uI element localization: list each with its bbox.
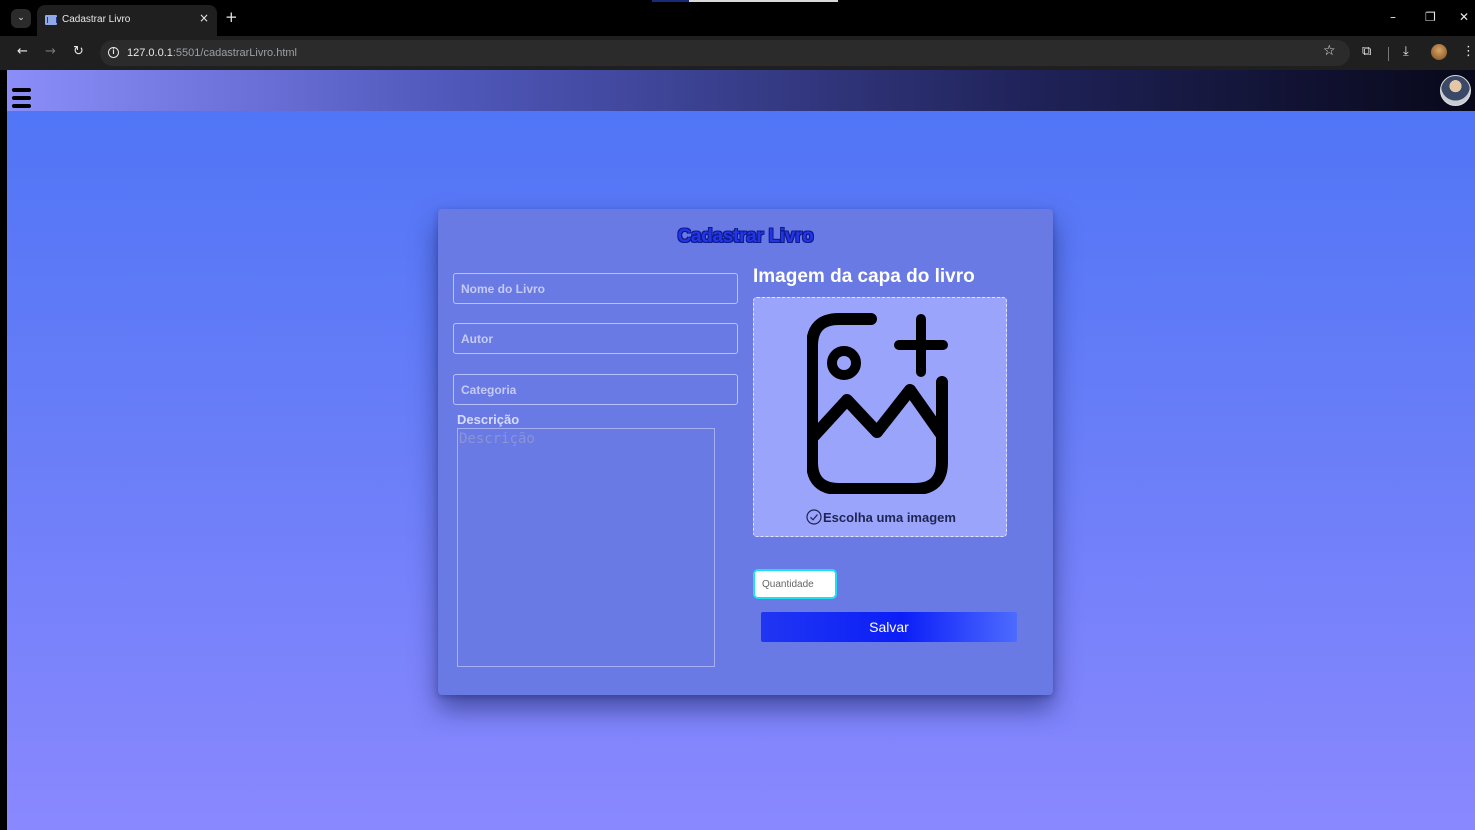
- minimize-icon[interactable]: –: [1390, 10, 1396, 24]
- cover-image-label: Imagem da capa do livro: [753, 266, 975, 287]
- choose-image-text: Escolha uma imagem: [823, 510, 956, 525]
- page-viewport: Cadastrar Livro Descrição Imagem da capa…: [7, 70, 1475, 830]
- category-input[interactable]: [453, 374, 738, 405]
- image-add-icon: [807, 313, 948, 494]
- star-icon[interactable]: ☆: [1323, 43, 1336, 59]
- url-text[interactable]: 127.0.0.1:5501/cadastrarLivro.html: [127, 47, 297, 59]
- check-circle-icon: [806, 509, 822, 525]
- toolbar-divider: [1388, 47, 1389, 61]
- favicon-icon: [45, 15, 57, 25]
- restore-icon[interactable]: ❐: [1425, 10, 1436, 24]
- new-tab-icon[interactable]: +: [225, 8, 238, 26]
- choose-image-row[interactable]: Escolha uma imagem: [754, 509, 1008, 525]
- profile-icon[interactable]: [1431, 44, 1447, 60]
- page-title: Cadastrar Livro: [677, 226, 814, 247]
- download-icon[interactable]: ⤓: [1403, 44, 1409, 59]
- browser-tab[interactable]: Cadastrar Livro ×: [37, 5, 217, 36]
- info-icon[interactable]: i: [108, 47, 119, 58]
- author-input[interactable]: [453, 323, 738, 354]
- tab-search-icon[interactable]: ⌄: [11, 9, 31, 28]
- forward-icon[interactable]: →: [45, 44, 56, 59]
- user-avatar[interactable]: [1440, 75, 1471, 106]
- browser-tab-bar: ⌄ Cadastrar Livro × + – ❐ ✕: [0, 0, 1475, 36]
- menu-icon[interactable]: ⋮: [1462, 44, 1475, 59]
- quantity-input[interactable]: [753, 569, 837, 599]
- extensions-icon[interactable]: ⧉: [1362, 44, 1371, 59]
- save-button[interactable]: Salvar: [761, 612, 1017, 642]
- reload-icon[interactable]: ↻: [73, 44, 84, 59]
- browser-toolbar: ← → ↻ i 127.0.0.1:5501/cadastrarLivro.ht…: [0, 36, 1475, 70]
- tab-close-icon[interactable]: ×: [199, 11, 209, 25]
- book-name-input[interactable]: [453, 273, 738, 304]
- hamburger-icon[interactable]: [12, 88, 31, 108]
- window-strip: [652, 0, 838, 2]
- close-icon[interactable]: ✕: [1459, 10, 1469, 24]
- image-dropzone[interactable]: Escolha uma imagem: [753, 297, 1007, 537]
- page-header: [7, 70, 1475, 111]
- back-icon[interactable]: ←: [17, 44, 28, 59]
- description-textarea[interactable]: [457, 428, 715, 667]
- description-label: Descrição: [457, 412, 520, 427]
- tab-title: Cadastrar Livro: [62, 14, 131, 25]
- book-form-card: Cadastrar Livro Descrição Imagem da capa…: [438, 209, 1053, 695]
- address-bar[interactable]: i 127.0.0.1:5501/cadastrarLivro.html ☆: [100, 40, 1350, 66]
